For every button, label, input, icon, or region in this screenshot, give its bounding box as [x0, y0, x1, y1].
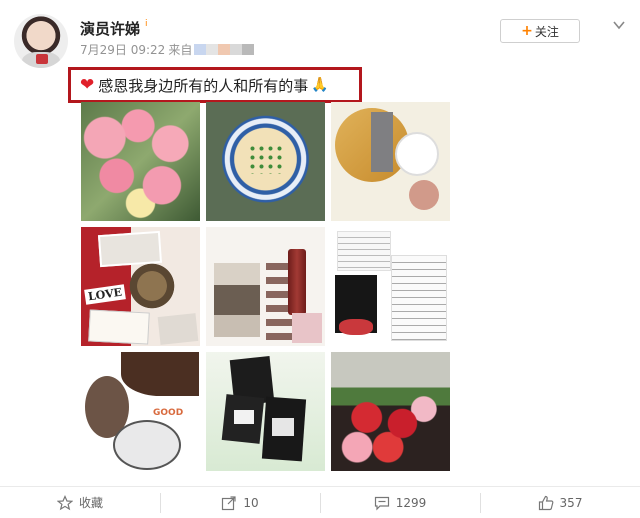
- like-button[interactable]: 357: [480, 487, 640, 518]
- noodle-greens: [248, 144, 282, 174]
- follow-button[interactable]: + 关注: [500, 19, 580, 43]
- user-name[interactable]: 演员许娣: [80, 18, 140, 39]
- paper-note: [157, 313, 199, 345]
- thumb-up-icon: [538, 495, 553, 510]
- photo-grid: LOVE GOOD: [81, 102, 450, 471]
- heart-icon: ❤: [80, 75, 95, 95]
- pink-box: [292, 313, 322, 343]
- avatar[interactable]: [14, 14, 68, 68]
- photo-noodles[interactable]: [206, 102, 325, 221]
- photo-cards-collage[interactable]: GOOD: [81, 352, 200, 471]
- collage-strip: [371, 112, 393, 172]
- card-label: [272, 418, 294, 436]
- photo-letters[interactable]: [331, 227, 450, 346]
- letter: [391, 255, 447, 341]
- comment-count: 1299: [395, 495, 427, 510]
- favorite-label: 收藏: [78, 496, 103, 510]
- photo-love-collage[interactable]: LOVE: [81, 227, 200, 346]
- photo-roses[interactable]: [81, 102, 200, 221]
- follow-label: 关注: [534, 24, 559, 39]
- post-meta: 7月29日 09:22 来自: [80, 41, 255, 58]
- avatar-scarf: [36, 54, 48, 64]
- paper-note: [88, 309, 150, 345]
- post-source-prefix: 来自: [168, 43, 193, 57]
- favorite-button[interactable]: 收藏: [0, 487, 160, 518]
- post-text: 感恩我身边所有的人和所有的事: [98, 76, 309, 95]
- photo-portrait-calligraphy[interactable]: [206, 227, 325, 346]
- good-label: GOOD: [153, 408, 184, 418]
- plus-icon: +: [521, 23, 533, 39]
- collage-circle: [409, 180, 439, 210]
- post-text-highlight: ❤ 感恩我身边所有的人和所有的事 🙏: [68, 67, 362, 103]
- chevron-down-icon[interactable]: [612, 18, 626, 32]
- share-icon: [222, 495, 236, 510]
- thermos: [288, 249, 306, 315]
- repost-count: 10: [243, 495, 259, 510]
- like-count: 357: [559, 495, 583, 510]
- verified-icon: i: [145, 19, 148, 29]
- post-date[interactable]: 7月29日 09:22: [80, 41, 165, 58]
- flowers: [339, 319, 373, 335]
- photo-dark-cards[interactable]: [206, 352, 325, 471]
- comment-icon: [374, 496, 389, 510]
- blurred-source: [194, 44, 255, 55]
- eagle-figure: [125, 261, 179, 311]
- repost-button[interactable]: 10: [160, 487, 320, 518]
- card-label: [234, 410, 254, 424]
- collage-shape: [121, 352, 199, 396]
- comment-button[interactable]: 1299: [320, 487, 480, 518]
- letter: [337, 231, 391, 271]
- collage-shape: [113, 420, 181, 470]
- collage-circle: [395, 132, 439, 176]
- star-icon: [56, 494, 73, 510]
- photo-bouquet[interactable]: [331, 352, 450, 471]
- praying-hands-icon: 🙏: [311, 77, 329, 93]
- old-portrait: [214, 263, 260, 337]
- photo-collage-beige[interactable]: [331, 102, 450, 221]
- weibo-post-card: 演员许娣 i 7月29日 09:22 来自 + 关注 ❤ 感恩我身边所有的人和所…: [0, 0, 640, 518]
- action-bar: 收藏 10 1299 357: [0, 487, 640, 518]
